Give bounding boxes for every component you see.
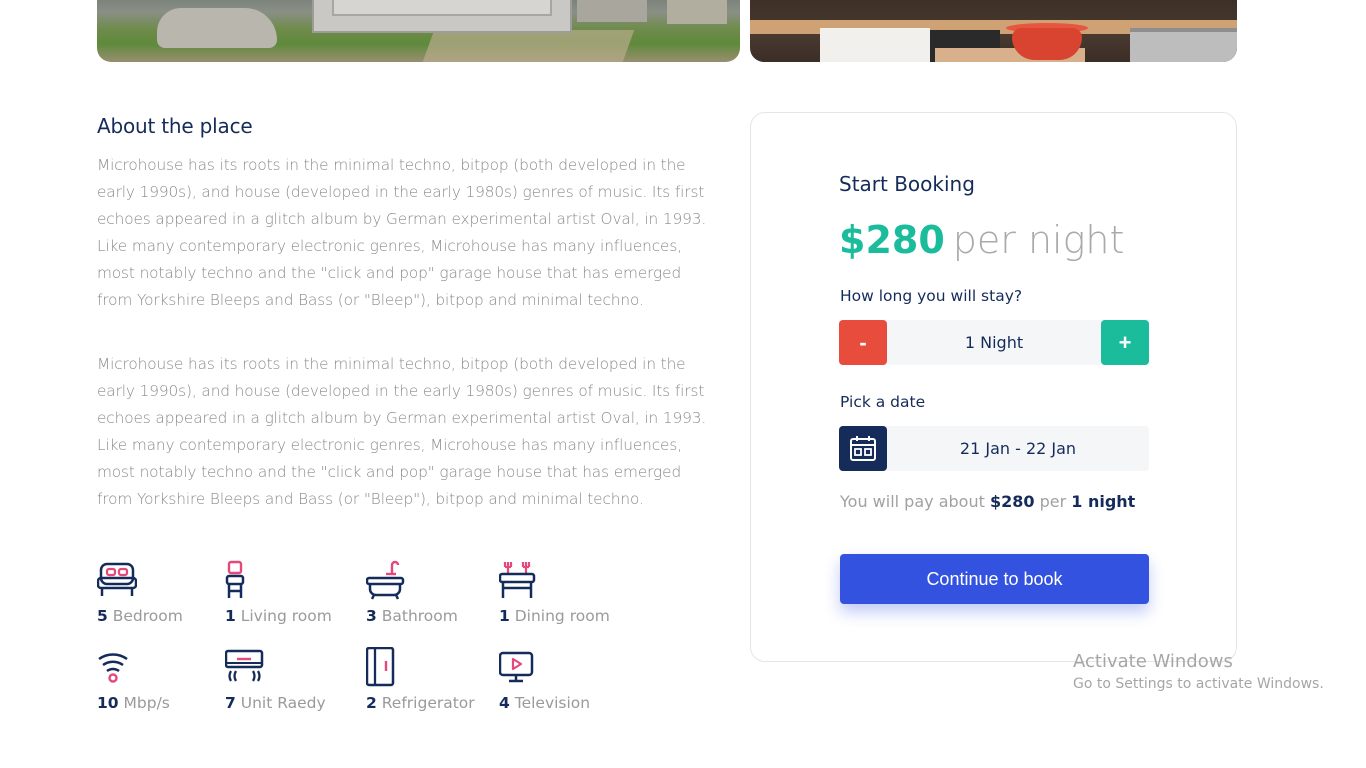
chair-icon (225, 560, 245, 598)
about-title: About the place (97, 114, 253, 138)
feature-label: 3 Bathroom (366, 607, 458, 625)
wifi-icon (98, 653, 128, 683)
price-unit: per night (952, 218, 1125, 262)
stay-duration-label: How long you will stay? (840, 287, 1023, 305)
feature-label: 1 Dining room (499, 607, 610, 625)
property-photo-kitchen (750, 0, 1237, 62)
increase-nights-button[interactable]: + (1101, 320, 1149, 365)
feature-label: 7 Unit Raedy (225, 694, 326, 712)
feature-television: 4 Television (499, 647, 590, 712)
feature-dining-room: 1 Dining room (499, 560, 610, 625)
air-conditioner-icon (225, 649, 264, 682)
bed-icon (97, 562, 137, 596)
feature-label: 5 Bedroom (97, 607, 183, 625)
date-range-value[interactable]: 21 Jan - 22 Jan (887, 426, 1149, 471)
feature-bedroom: 5 Bedroom (97, 560, 183, 625)
calendar-button[interactable] (839, 426, 887, 471)
feature-air-conditioner: 7 Unit Raedy (225, 647, 326, 712)
about-paragraph: Microhouse has its roots in the minimal … (97, 156, 707, 309)
nights-value[interactable]: 1 Night (887, 320, 1101, 365)
feature-wifi: 10 Mbp/s (97, 647, 170, 712)
date-label: Pick a date (840, 393, 926, 411)
price-per-night: $280 per night (839, 218, 1124, 262)
dining-table-icon (499, 562, 536, 598)
about-paragraph: Microhouse has its roots in the minimal … (97, 355, 707, 508)
decrease-nights-button[interactable]: - (839, 320, 887, 365)
payment-summary: You will pay about $280 per 1 night (840, 492, 1136, 511)
feature-living-room: 1 Living room (225, 560, 332, 625)
price-value: $280 (839, 218, 945, 262)
property-photo-garden (97, 0, 740, 62)
feature-label: 4 Television (499, 694, 591, 712)
feature-bathroom: 3 Bathroom (366, 560, 458, 625)
continue-to-book-button[interactable]: Continue to book (840, 554, 1149, 604)
refrigerator-icon (366, 647, 395, 687)
feature-label: 2 Refrigerator (366, 694, 475, 712)
nights-stepper: - 1 Night + (839, 320, 1149, 365)
feature-label: 10 Mbp/s (97, 694, 170, 712)
television-icon (499, 651, 534, 683)
feature-label: 1 Living room (225, 607, 332, 625)
booking-title: Start Booking (839, 172, 975, 196)
feature-refrigerator: 2 Refrigerator (366, 647, 475, 712)
activate-windows-title: Activate Windows (1073, 651, 1233, 672)
bathtub-icon (366, 560, 405, 600)
calendar-icon (850, 435, 876, 461)
date-picker[interactable]: 21 Jan - 22 Jan (839, 426, 1149, 471)
activate-windows-subtitle: Go to Settings to activate Windows. (1073, 676, 1324, 692)
